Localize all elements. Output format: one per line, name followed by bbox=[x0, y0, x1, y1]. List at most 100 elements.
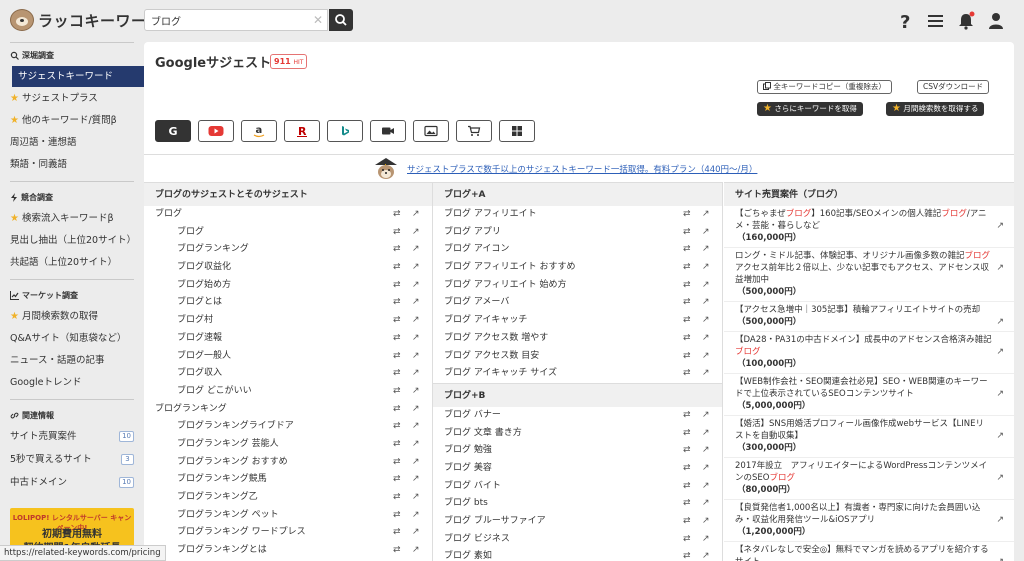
keyword-link[interactable]: ブログ アクセス数 目安 bbox=[444, 348, 539, 366]
keyword-link[interactable]: ブログ bts bbox=[444, 495, 488, 513]
keyword-link[interactable]: ブログランキング ペット bbox=[177, 507, 279, 525]
sidebar-item-headings[interactable]: 見出し抽出（上位20サイト） bbox=[10, 230, 144, 251]
retry-icon[interactable]: ⇄ bbox=[683, 548, 691, 561]
search-input[interactable] bbox=[145, 10, 305, 30]
external-link-icon[interactable]: ↗ bbox=[702, 548, 710, 561]
keyword-link[interactable]: ブログランキング おすすめ bbox=[177, 454, 288, 472]
keyword-link[interactable]: ブログ 文章 書き方 bbox=[444, 425, 522, 443]
keyword-link[interactable]: ブログとは bbox=[177, 294, 222, 312]
retry-icon[interactable]: ⇄ bbox=[393, 418, 401, 436]
external-link-icon[interactable]: ↗ bbox=[702, 442, 710, 460]
external-link-icon[interactable]: ↗ bbox=[702, 294, 710, 312]
sidebar-item-used-domains[interactable]: 中古ドメイン 10 bbox=[10, 472, 144, 493]
retry-icon[interactable]: ⇄ bbox=[393, 241, 401, 259]
external-link-icon[interactable]: ↗ bbox=[702, 312, 710, 330]
keyword-link[interactable]: ブログ アプリ bbox=[444, 224, 501, 242]
keyword-link[interactable]: ブログ バナー bbox=[444, 407, 501, 425]
retry-icon[interactable]: ⇄ bbox=[683, 495, 691, 513]
external-link-icon[interactable]: ↗ bbox=[412, 524, 420, 542]
external-link-icon[interactable]: ↗ bbox=[996, 316, 1004, 328]
sidebar-item-inflow-keywords[interactable]: ★ 検索流入キーワードβ bbox=[10, 208, 144, 229]
keyword-link[interactable]: ブログ 勉強 bbox=[444, 442, 492, 460]
external-link-icon[interactable]: ↗ bbox=[412, 401, 420, 419]
retry-icon[interactable]: ⇄ bbox=[393, 507, 401, 525]
external-link-icon[interactable]: ↗ bbox=[412, 489, 420, 507]
keyword-link[interactable]: ブログランキングとは bbox=[177, 542, 267, 560]
external-link-icon[interactable]: ↗ bbox=[702, 407, 710, 425]
google-engine-tab[interactable]: G bbox=[155, 120, 191, 142]
retry-icon[interactable]: ⇄ bbox=[683, 224, 691, 242]
external-link-icon[interactable]: ↗ bbox=[702, 259, 710, 277]
keyword-link[interactable]: ブログ アイコン bbox=[444, 241, 509, 259]
keyword-link[interactable]: ブログ アフィリエイト 始め方 bbox=[444, 277, 567, 295]
shopping-engine-tab[interactable] bbox=[456, 120, 492, 142]
external-link-icon[interactable]: ↗ bbox=[996, 262, 1004, 274]
sidebar-item-5sec-sites[interactable]: 5秒で買えるサイト 3 bbox=[10, 449, 144, 470]
keyword-link[interactable]: ブログ bbox=[177, 224, 204, 242]
sale-listing[interactable]: 【ごちゃまぜブログ】160記事/SEOメインの個人雑記ブログ/アニメ・芸能・暮ら… bbox=[724, 206, 1014, 248]
retry-icon[interactable]: ⇄ bbox=[683, 513, 691, 531]
keyword-link[interactable]: ブログ バイト bbox=[444, 478, 501, 496]
sale-listing[interactable]: ロング・ミドル記事、体験記事、オリジナル画像多数の雑記ブログ アクセス前年比２倍… bbox=[724, 248, 1014, 302]
external-link-icon[interactable]: ↗ bbox=[702, 348, 710, 366]
external-link-icon[interactable]: ↗ bbox=[702, 495, 710, 513]
copy-all-keywords-button[interactable]: 全キーワードコピー（重複除去） bbox=[757, 80, 892, 94]
retry-icon[interactable]: ⇄ bbox=[683, 425, 691, 443]
retry-icon[interactable]: ⇄ bbox=[393, 401, 401, 419]
sidebar-item-synonyms[interactable]: 類語・同義語 bbox=[10, 154, 144, 175]
keyword-link[interactable]: ブログ 美容 bbox=[444, 460, 492, 478]
keyword-link[interactable]: ブログ収入 bbox=[177, 365, 222, 383]
retry-icon[interactable]: ⇄ bbox=[393, 542, 401, 560]
keyword-link[interactable]: ブログ ブルーサファイア bbox=[444, 513, 546, 531]
retry-icon[interactable]: ⇄ bbox=[393, 312, 401, 330]
retry-icon[interactable]: ⇄ bbox=[393, 454, 401, 472]
retry-icon[interactable]: ⇄ bbox=[393, 471, 401, 489]
external-link-icon[interactable]: ↗ bbox=[996, 472, 1004, 484]
rakuten-engine-tab[interactable]: R bbox=[284, 120, 320, 142]
keyword-link[interactable]: ブログ bbox=[155, 206, 182, 224]
retry-icon[interactable]: ⇄ bbox=[683, 442, 691, 460]
external-link-icon[interactable]: ↗ bbox=[412, 507, 420, 525]
keyword-link[interactable]: ブログ アイキャッチ サイズ bbox=[444, 365, 557, 383]
external-link-icon[interactable]: ↗ bbox=[412, 259, 420, 277]
external-link-icon[interactable]: ↗ bbox=[412, 277, 420, 295]
keyword-link[interactable]: ブログランキング ワードプレス bbox=[177, 524, 306, 542]
keyword-link[interactable]: ブログランキングライブドア bbox=[177, 418, 294, 436]
retry-icon[interactable]: ⇄ bbox=[683, 330, 691, 348]
external-link-icon[interactable]: ↗ bbox=[412, 418, 420, 436]
retry-icon[interactable]: ⇄ bbox=[393, 259, 401, 277]
external-link-icon[interactable]: ↗ bbox=[702, 241, 710, 259]
retry-icon[interactable]: ⇄ bbox=[683, 312, 691, 330]
retry-icon[interactable]: ⇄ bbox=[393, 383, 401, 401]
external-link-icon[interactable]: ↗ bbox=[412, 241, 420, 259]
search-button[interactable] bbox=[329, 9, 353, 31]
keyword-link[interactable]: ブログ ビジネス bbox=[444, 531, 510, 549]
keyword-link[interactable]: ブログ 素如 bbox=[444, 548, 492, 561]
external-link-icon[interactable]: ↗ bbox=[996, 430, 1004, 442]
external-link-icon[interactable]: ↗ bbox=[412, 383, 420, 401]
retry-icon[interactable]: ⇄ bbox=[393, 330, 401, 348]
sale-listing[interactable]: 2017年設立 アフィリエイターによるWordPressコンテンツメインのSEO… bbox=[724, 458, 1014, 500]
csv-download-button[interactable]: CSVダウンロード bbox=[917, 80, 990, 94]
keyword-link[interactable]: ブログ アフィリエイト おすすめ bbox=[444, 259, 576, 277]
menu-icon[interactable] bbox=[926, 11, 946, 31]
user-icon[interactable] bbox=[986, 11, 1006, 31]
external-link-icon[interactable]: ↗ bbox=[702, 330, 710, 348]
external-link-icon[interactable]: ↗ bbox=[702, 365, 710, 383]
retry-icon[interactable]: ⇄ bbox=[683, 407, 691, 425]
amazon-engine-tab[interactable]: a bbox=[241, 120, 277, 142]
monthly-volume-button[interactable]: ★ 月間検索数を取得する bbox=[886, 102, 985, 116]
retry-icon[interactable]: ⇄ bbox=[393, 294, 401, 312]
external-link-icon[interactable]: ↗ bbox=[996, 346, 1004, 358]
bing-engine-tab[interactable] bbox=[327, 120, 363, 142]
keyword-link[interactable]: ブログ アクセス数 増やす bbox=[444, 330, 548, 348]
retry-icon[interactable]: ⇄ bbox=[683, 294, 691, 312]
keyword-link[interactable]: ブログランキング bbox=[155, 401, 227, 419]
retry-icon[interactable]: ⇄ bbox=[683, 365, 691, 383]
logo[interactable]: ラッコキーワード bbox=[10, 9, 162, 31]
help-icon[interactable]: ? bbox=[896, 11, 916, 33]
keyword-link[interactable]: ブログランキング競馬 bbox=[177, 471, 267, 489]
keyword-link[interactable]: ブログランキング乙 bbox=[177, 489, 258, 507]
sidebar-item-monthly-volume[interactable]: ★ 月間検索数の取得 bbox=[10, 306, 144, 327]
external-link-icon[interactable]: ↗ bbox=[412, 542, 420, 560]
